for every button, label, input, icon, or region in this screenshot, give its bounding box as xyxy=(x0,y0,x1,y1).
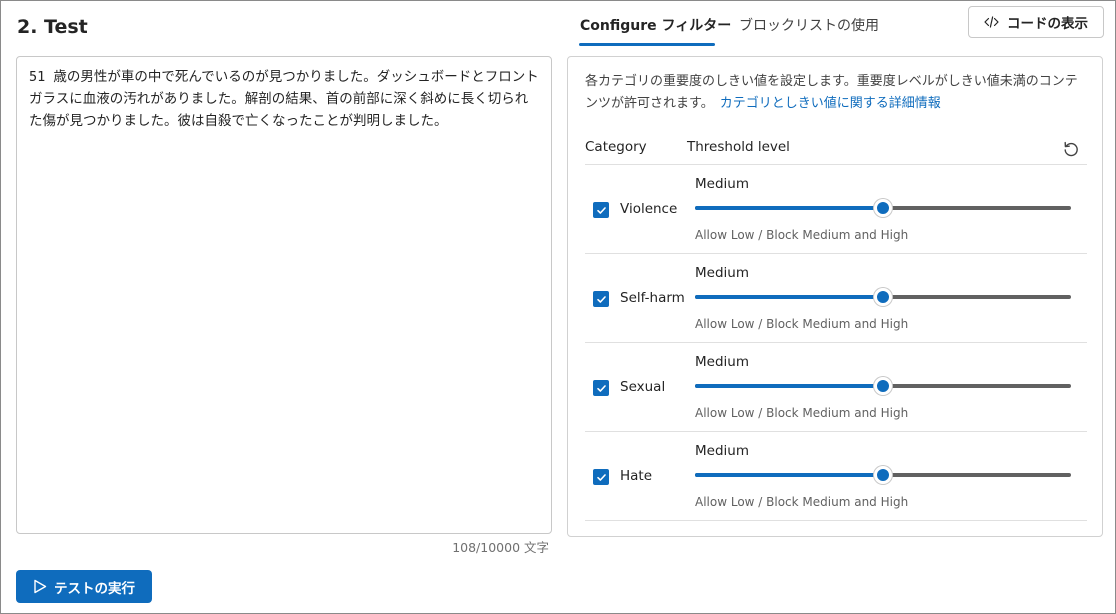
run-test-button[interactable]: テストの実行 xyxy=(16,570,152,603)
threshold-hint: Allow Low / Block Medium and High xyxy=(695,228,909,242)
character-count: 108/10000 文字 xyxy=(452,540,549,555)
filter-description: 各カテゴリの重要度のしきい値を設定します。重要度レベルがしきい値未満のコンテンツ… xyxy=(585,71,1090,115)
view-code-button[interactable]: コードの表示 xyxy=(968,6,1104,38)
checkmark-icon xyxy=(596,295,606,303)
tab-blocklist[interactable]: ブロックリストの使用 xyxy=(739,15,879,35)
slider-thumb[interactable] xyxy=(874,377,892,395)
slider-fill xyxy=(695,206,883,210)
slider-fill xyxy=(695,295,883,299)
checkmark-icon xyxy=(596,384,606,392)
filter-row-sexual: Sexual Medium Allow Low / Block Medium a… xyxy=(585,343,1087,432)
app-frame: 2. Test 51 歳の男性が車の中で死んでいるのが見つかりました。ダッシュボ… xyxy=(0,0,1116,614)
slider-fill xyxy=(695,384,883,388)
filter-row-violence: Violence Medium Allow Low / Block Medium… xyxy=(585,165,1087,254)
slider-thumb[interactable] xyxy=(874,288,892,306)
threshold-hint: Allow Low / Block Medium and High xyxy=(695,495,909,509)
checkmark-icon xyxy=(596,206,606,214)
threshold-level-label: Medium xyxy=(695,354,749,370)
violence-threshold-slider[interactable] xyxy=(695,199,1071,217)
filter-row-self-harm: Self-harm Medium Allow Low / Block Mediu… xyxy=(585,254,1087,343)
active-tab-indicator xyxy=(579,43,715,46)
reset-icon[interactable] xyxy=(1062,140,1080,158)
section-title: 2. Test xyxy=(17,16,88,38)
test-text-input[interactable]: 51 歳の男性が車の中で死んでいるのが見つかりました。ダッシュボードとフロント … xyxy=(16,56,552,534)
threshold-level-label: Medium xyxy=(695,176,749,192)
tab-configure-filters[interactable]: Configure フィルター xyxy=(580,15,731,35)
run-test-button-label: テストの実行 xyxy=(54,580,135,597)
learn-more-link[interactable]: カテゴリとしきい値に関する詳細情報 xyxy=(720,96,941,111)
checkmark-icon xyxy=(596,473,606,481)
category-column-header: Category xyxy=(585,139,647,155)
threshold-column-header: Threshold level xyxy=(687,139,790,155)
self-harm-threshold-slider[interactable] xyxy=(695,288,1071,306)
category-label: Sexual xyxy=(620,379,666,395)
view-code-button-label: コードの表示 xyxy=(1007,16,1088,32)
slider-fill xyxy=(695,473,883,477)
slider-thumb[interactable] xyxy=(874,466,892,484)
self-harm-checkbox[interactable] xyxy=(593,291,609,307)
threshold-hint: Allow Low / Block Medium and High xyxy=(695,406,909,420)
slider-thumb[interactable] xyxy=(874,199,892,217)
filter-config-panel: 各カテゴリの重要度のしきい値を設定します。重要度レベルがしきい値未満のコンテンツ… xyxy=(567,56,1103,537)
threshold-level-label: Medium xyxy=(695,265,749,281)
category-label: Self-harm xyxy=(620,290,685,306)
threshold-level-label: Medium xyxy=(695,443,749,459)
play-icon xyxy=(34,579,47,594)
category-label: Hate xyxy=(620,468,653,484)
filter-row-hate: Hate Medium Allow Low / Block Medium and… xyxy=(585,432,1087,521)
violence-checkbox[interactable] xyxy=(593,202,609,218)
threshold-hint: Allow Low / Block Medium and High xyxy=(695,317,909,331)
sexual-threshold-slider[interactable] xyxy=(695,377,1071,395)
hate-threshold-slider[interactable] xyxy=(695,466,1071,484)
sexual-checkbox[interactable] xyxy=(593,380,609,396)
category-label: Violence xyxy=(620,201,678,217)
code-icon xyxy=(984,16,999,28)
hate-checkbox[interactable] xyxy=(593,469,609,485)
